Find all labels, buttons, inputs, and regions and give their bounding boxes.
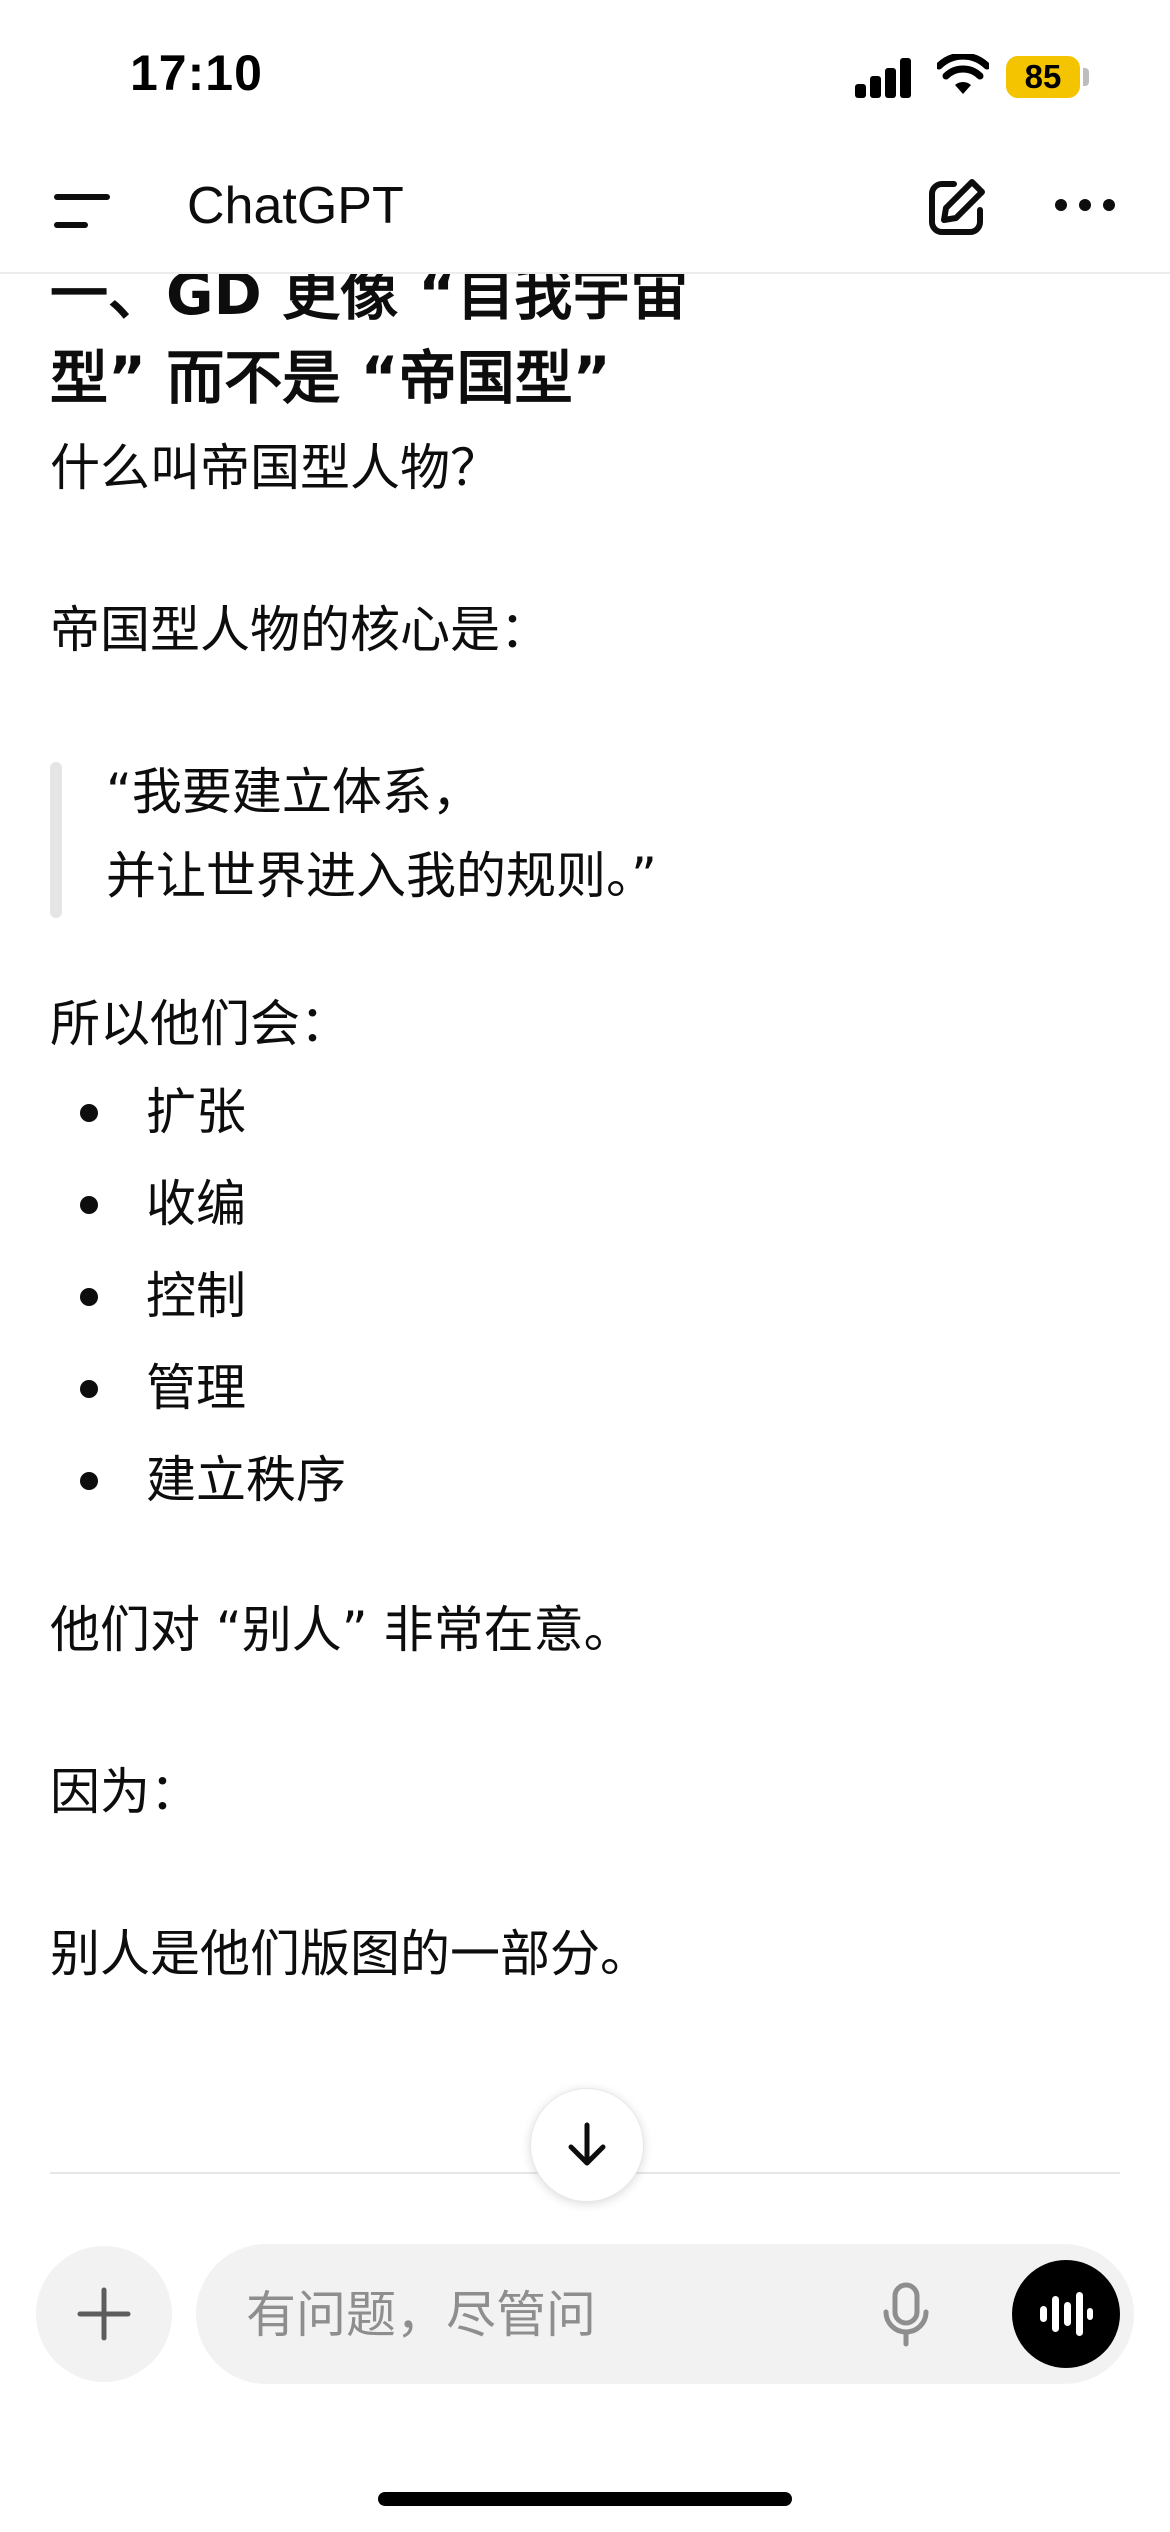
list-item: 收编 — [50, 1158, 1110, 1250]
blockquote: “我要建立体系， 并让世界进入我的规则。” — [50, 750, 1110, 918]
voice-waveform-icon — [1040, 2292, 1093, 2336]
menu-icon[interactable] — [52, 188, 116, 236]
quote-line: 并让世界进入我的规则。” — [106, 847, 657, 905]
section-heading-line1: 一、GD 更像 “自我宇宙 — [50, 272, 689, 328]
new-chat-edit-icon[interactable] — [920, 172, 992, 244]
chat-screen: 17:10 85 ChatGPT 一、GD 更像 “自我宇宙 型” 而不是 “帝… — [0, 0, 1170, 2532]
app-title[interactable]: ChatGPT — [187, 176, 404, 236]
arrow-down-icon — [568, 2122, 606, 2166]
quote-line: “我要建立体系， — [106, 763, 482, 821]
scroll-to-bottom-button[interactable] — [530, 2088, 644, 2202]
voice-mode-button[interactable] — [1012, 2260, 1120, 2368]
list-item: 扩张 — [50, 1066, 1110, 1158]
message-paragraph: 所以他们会： — [50, 995, 350, 1053]
status-time: 17:10 — [130, 45, 263, 101]
list-item: 管理 — [50, 1342, 1110, 1434]
message-paragraph: 他们对 “别人” 非常在意。 — [50, 1601, 634, 1659]
message-paragraph: 因为： — [50, 1763, 200, 1821]
message-paragraph: 什么叫帝国型人物？ — [50, 439, 500, 497]
top-nav-bar: ChatGPT — [0, 150, 1170, 274]
list-item: 控制 — [50, 1250, 1110, 1342]
message-input[interactable] — [244, 2244, 848, 2386]
message-paragraph: 帝国型人物的核心是： — [50, 601, 550, 659]
composer-bar — [196, 2244, 1134, 2386]
battery-indicator: 85 — [1006, 56, 1080, 98]
battery-level: 85 — [1024, 58, 1062, 95]
status-bar: 17:10 85 — [0, 0, 1170, 150]
plus-icon — [77, 2287, 131, 2341]
section-heading-line2: 型” 而不是 “帝国型” — [50, 344, 611, 412]
more-options-icon[interactable] — [1052, 190, 1118, 220]
battery-tip — [1083, 68, 1089, 86]
mic-icon[interactable] — [882, 2282, 930, 2348]
list-item: 建立秩序 — [50, 1434, 1110, 1526]
message-paragraph: 别人是他们版图的一部分。 — [50, 1925, 650, 1983]
home-indicator[interactable] — [378, 2492, 792, 2506]
bullet-list: 扩张 收编 控制 管理 建立秩序 — [50, 1066, 1110, 1526]
assistant-message: 一、GD 更像 “自我宇宙 型” 而不是 “帝国型” 什么叫帝国型人物？ 帝国型… — [50, 272, 1110, 1996]
message-scroll-area[interactable]: 一、GD 更像 “自我宇宙 型” 而不是 “帝国型” 什么叫帝国型人物？ 帝国型… — [0, 272, 1170, 2172]
cellular-signal-icon — [855, 58, 913, 98]
wifi-icon — [937, 54, 989, 94]
add-attachment-button[interactable] — [36, 2246, 172, 2382]
